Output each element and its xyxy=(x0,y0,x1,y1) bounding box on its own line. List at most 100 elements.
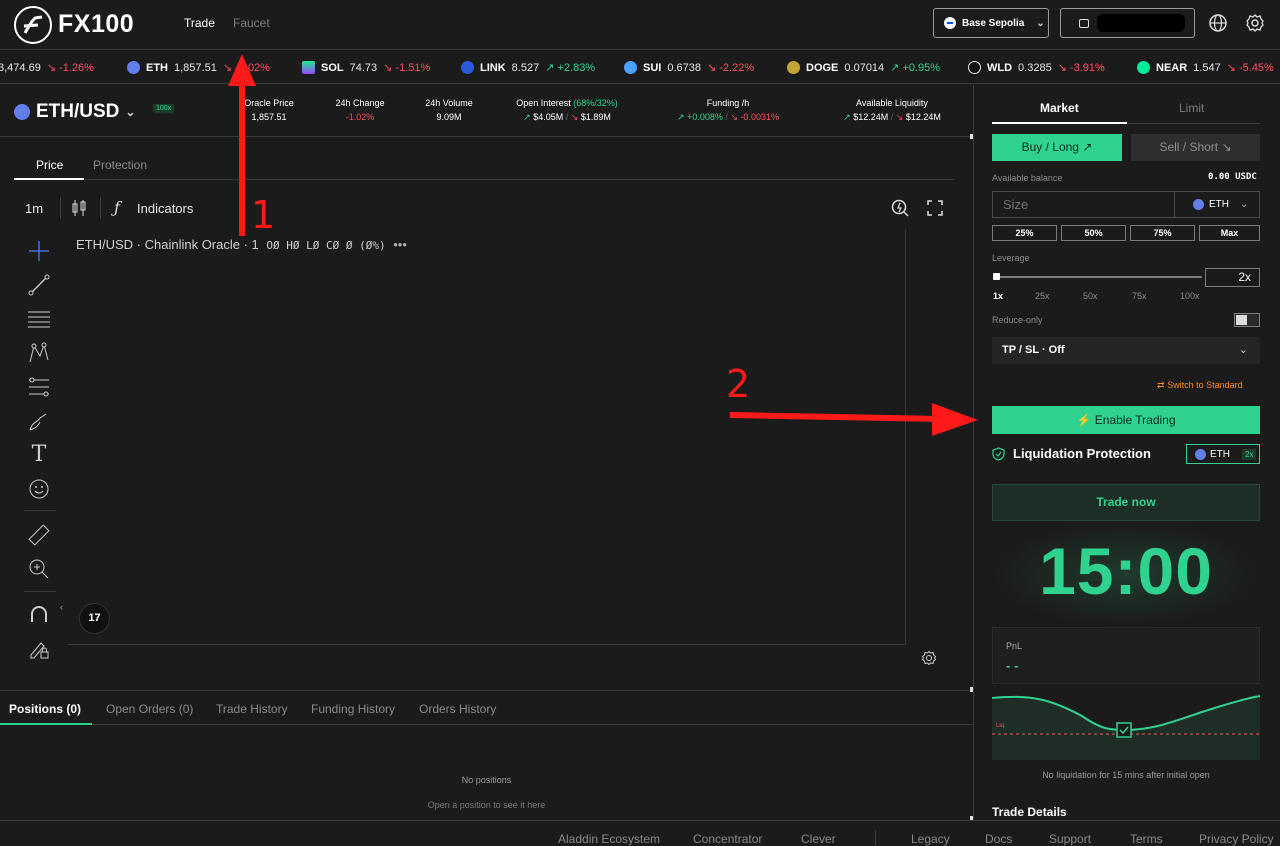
zoom-in-icon[interactable] xyxy=(26,556,52,582)
gear-icon[interactable] xyxy=(1245,13,1265,33)
trend-line-icon[interactable] xyxy=(26,272,52,298)
max-leverage-badge: 100x xyxy=(153,104,175,113)
leverage-tick[interactable]: 100x xyxy=(1180,291,1200,301)
ticker-item[interactable]: ETH 1,857.51 ↘ -1.02% xyxy=(127,61,270,74)
app-root: FX100 Trade Faucet Base Sepolia ⌄ 3,474.… xyxy=(0,0,1280,846)
size-token-selector[interactable]: ETH ⌄ xyxy=(1175,199,1248,210)
liq-protection-asset[interactable]: ETH 2x xyxy=(1186,444,1260,464)
tab-active-indicator xyxy=(992,122,1127,124)
tab-funding-history[interactable]: Funding History xyxy=(311,702,395,716)
legend-title: ETH/USD · Chainlink Oracle · 1 xyxy=(76,237,259,252)
leverage-tick[interactable]: 50x xyxy=(1083,291,1098,301)
tab-market[interactable]: Market xyxy=(1040,101,1079,115)
footer-link-support[interactable]: Support xyxy=(1049,832,1091,846)
tab-orders-history[interactable]: Orders History xyxy=(419,702,496,716)
lock-drawing-icon[interactable] xyxy=(26,636,52,662)
pnl-label: PnL xyxy=(1006,641,1023,651)
globe-icon[interactable] xyxy=(1208,13,1228,33)
indicators-icon[interactable]: ƒ xyxy=(114,198,120,217)
crosshair-icon[interactable] xyxy=(26,238,52,264)
ticker-item[interactable]: SOL 74.73 ↘ -1.51% xyxy=(302,61,430,74)
horizontal-lines-icon[interactable] xyxy=(26,306,52,332)
footer-link-docs[interactable]: Docs xyxy=(985,832,1012,846)
ticker-item[interactable]: DOGE 0.07014 ↗ +0.95% xyxy=(787,61,940,74)
footer-link-legacy[interactable]: Legacy xyxy=(911,832,950,846)
leverage-tick[interactable]: 25x xyxy=(1035,291,1050,301)
footer-link-concentrator[interactable]: Concentrator xyxy=(693,832,762,846)
size-25-button[interactable]: 25% xyxy=(992,225,1057,241)
leverage-tick[interactable]: 75x xyxy=(1132,291,1147,301)
buy-long-button[interactable]: Buy / Long ↗ xyxy=(992,134,1122,161)
tab-open-orders[interactable]: Open Orders (0) xyxy=(106,702,193,716)
ticker-item[interactable]: SUI 0.6738 ↘ -2.22% xyxy=(624,61,754,74)
size-75-button[interactable]: 75% xyxy=(1130,225,1195,241)
tradingview-logo-icon[interactable]: 17 xyxy=(79,603,110,634)
leverage-input[interactable]: 2x xyxy=(1205,268,1260,287)
market-stats-bar: ETH/USD ⌄ Oracle Price 1,857.51 24h Chan… xyxy=(0,85,973,137)
tab-protection[interactable]: Protection xyxy=(93,158,147,172)
leverage-slider-track[interactable] xyxy=(994,276,1202,278)
fx100-logo-icon[interactable] xyxy=(14,6,52,44)
eth-icon xyxy=(1195,448,1206,460)
top-header: FX100 Trade Faucet Base Sepolia ⌄ xyxy=(0,0,1280,50)
enable-trading-button[interactable]: ⚡ Enable Trading xyxy=(992,406,1260,434)
size-input[interactable] xyxy=(993,192,1173,217)
pair-selector[interactable]: ETH/USD ⌄ xyxy=(14,101,135,123)
leverage-tick[interactable]: 1x xyxy=(993,291,1003,301)
size-50-button[interactable]: 50% xyxy=(1061,225,1126,241)
candles-icon[interactable] xyxy=(71,198,87,223)
price-chart-canvas[interactable] xyxy=(68,230,906,645)
tab-price[interactable]: Price xyxy=(36,158,63,172)
switch-to-standard-link[interactable]: ⇄ Switch to Standard xyxy=(1157,380,1243,391)
indicators-button[interactable]: Indicators xyxy=(137,201,193,216)
footer-link-privacy[interactable]: Privacy Policy xyxy=(1199,832,1274,846)
ticker-item[interactable]: LINK 8.527 ↗ +2.83% xyxy=(461,61,595,74)
text-tool-icon[interactable]: T xyxy=(26,442,52,468)
ticker-price: 3,474.69 xyxy=(0,61,41,74)
pattern-icon[interactable] xyxy=(26,340,52,366)
leverage-slider-handle[interactable] xyxy=(993,273,1000,280)
nav-faucet[interactable]: Faucet xyxy=(233,16,270,30)
fullscreen-icon[interactable] xyxy=(926,199,944,222)
ticker-item[interactable]: NEAR 1.547 ↘ -5.45% xyxy=(1137,61,1274,74)
wallet-button[interactable] xyxy=(1060,8,1195,38)
chart-settings-icon[interactable] xyxy=(921,650,937,671)
network-selector[interactable]: Base Sepolia ⌄ xyxy=(933,8,1049,38)
tab-limit[interactable]: Limit xyxy=(1179,101,1204,115)
network-name: Base Sepolia xyxy=(962,17,1025,29)
lightning-icon: ⚡ xyxy=(1076,413,1092,427)
tab-trade-history[interactable]: Trade History xyxy=(216,702,288,716)
reduce-only-toggle[interactable] xyxy=(1234,313,1260,327)
sol-icon xyxy=(302,61,315,74)
more-icon[interactable]: ••• xyxy=(393,237,407,252)
footer-link-terms[interactable]: Terms xyxy=(1130,832,1163,846)
emoji-icon[interactable] xyxy=(26,476,52,502)
annotation-number-2: 2 xyxy=(726,362,751,406)
tab-active-indicator xyxy=(0,723,92,725)
ruler-icon[interactable] xyxy=(26,522,52,548)
fib-icon[interactable] xyxy=(26,374,52,400)
footer-link-aladdin[interactable]: Aladdin Ecosystem xyxy=(558,832,660,846)
interval-selector[interactable]: 1m xyxy=(25,201,43,216)
quick-search-icon[interactable] xyxy=(890,198,910,223)
wallet-icon xyxy=(1079,18,1089,28)
ticker-price: 0.07014 xyxy=(844,61,885,74)
trade-now-button[interactable]: Trade now xyxy=(992,484,1260,521)
tab-active-indicator xyxy=(14,178,84,180)
ticker-item[interactable]: 3,474.69 ↘ -1.26% xyxy=(0,61,94,75)
ticker-price: 1.547 xyxy=(1193,61,1221,74)
footer-link-clever[interactable]: Clever xyxy=(801,832,836,846)
brush-icon[interactable] xyxy=(26,408,52,434)
size-max-button[interactable]: Max xyxy=(1199,225,1260,241)
wld-icon xyxy=(968,61,981,74)
tpsl-dropdown[interactable]: TP / SL · Off ⌄ xyxy=(992,337,1260,364)
ticker-item[interactable]: WLD 0.3285 ↘ -3.91% xyxy=(968,61,1105,74)
tab-positions[interactable]: Positions (0) xyxy=(9,702,81,716)
trade-details-heading[interactable]: Trade Details xyxy=(992,805,1067,819)
oi-short: $1.89M xyxy=(580,112,611,122)
sell-short-button[interactable]: Sell / Short ↘ xyxy=(1131,134,1260,161)
nav-trade[interactable]: Trade xyxy=(184,16,215,30)
logo-text[interactable]: FX100 xyxy=(58,10,134,39)
collapse-arrow-icon[interactable]: ‹ xyxy=(60,602,63,612)
magnet-icon[interactable] xyxy=(26,602,52,628)
